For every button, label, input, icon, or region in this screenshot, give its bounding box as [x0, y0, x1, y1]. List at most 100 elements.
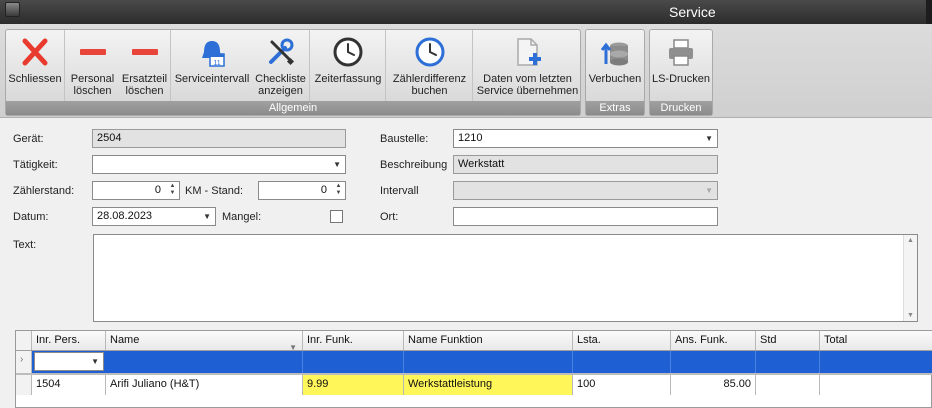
cell-ans-funk[interactable]: 85.00: [671, 375, 756, 395]
column-header-name-funktion[interactable]: Name Funktion: [404, 331, 573, 350]
datum-value: 28.08.2023: [97, 210, 153, 222]
grid-cell[interactable]: [303, 351, 404, 373]
ribbon-group-extras: Verbuchen Extras: [585, 29, 645, 116]
chevron-down-icon[interactable]: ▼: [705, 130, 713, 147]
ls-drucken-label: LS-Drucken: [651, 73, 711, 85]
grid-cell[interactable]: [820, 351, 932, 373]
chevron-down-icon[interactable]: ▼: [91, 353, 99, 370]
zaehlerstand-label: Zählerstand:: [13, 185, 75, 197]
app-icon[interactable]: [5, 2, 20, 17]
chevron-down-icon[interactable]: ▼: [203, 208, 211, 225]
chevron-down-icon[interactable]: ▼: [705, 182, 713, 199]
table-row[interactable]: 1504 Arifi Juliano (H&T) 9.99 Werkstattl…: [16, 373, 932, 395]
column-header-name-label: Name: [110, 334, 140, 346]
checkliste-anzeigen-button[interactable]: Checkliste anzeigen: [252, 30, 310, 102]
cell-name[interactable]: Arifi Juliano (H&T): [106, 375, 303, 395]
clock-icon: [415, 37, 444, 67]
cell-lsta[interactable]: 100: [573, 375, 671, 395]
minus-icon: [131, 49, 158, 55]
zeiterfassung-label: Zeiterfassung: [314, 73, 382, 85]
column-header-inr-pers[interactable]: Inr. Pers.: [32, 331, 106, 350]
zaehlerdifferenz-buchen-button[interactable]: Zählerdifferenz buchen: [387, 30, 473, 102]
daten-uebernehmen-button[interactable]: Daten vom letzten Service übernehmen: [474, 30, 581, 102]
intervall-label: Intervall: [380, 185, 419, 197]
row-indicator[interactable]: ›: [16, 351, 32, 373]
window-title: Service: [669, 4, 716, 20]
datum-date-picker[interactable]: 28.08.2023 ▼: [92, 207, 216, 226]
grid-cell[interactable]: [573, 351, 671, 373]
zaehlerstand-value: 0: [154, 184, 161, 196]
text-area[interactable]: ▲ ▼: [93, 234, 918, 322]
service-form: Gerät: 2504 Tätigkeit: ▼ Zählerstand: 0 …: [0, 119, 932, 408]
mangel-label: Mangel:: [222, 211, 262, 223]
spin-arrows-icon[interactable]: ▲ ▼: [168, 183, 177, 198]
baustelle-value: 1210: [458, 132, 483, 144]
cell-inr-funk[interactable]: 9.99: [303, 375, 404, 395]
row-indicator-header: [16, 331, 32, 350]
column-header-lsta[interactable]: Lsta.: [573, 331, 671, 350]
column-header-std[interactable]: Std: [756, 331, 820, 350]
cell-std[interactable]: [756, 375, 820, 395]
group-label-extras: Extras: [586, 101, 644, 115]
group-label-allgemein: Allgemein: [6, 101, 580, 115]
grid-cell[interactable]: [756, 351, 820, 373]
zeiterfassung-button[interactable]: Zeiterfassung: [311, 30, 386, 102]
geraet-label: Gerät:: [13, 133, 44, 145]
inr-pers-select[interactable]: ▼: [34, 352, 104, 371]
baustelle-select[interactable]: 1210 ▼: [453, 129, 718, 148]
database-upload-icon: [600, 42, 628, 66]
zaehlerstand-spin-field[interactable]: 0 ▲ ▼: [92, 181, 180, 200]
intervall-select[interactable]: ▼: [453, 181, 718, 200]
zaehlerdifferenz-label: Zählerdifferenz buchen: [392, 73, 467, 97]
column-header-inr-funk[interactable]: Inr. Funk.: [303, 331, 404, 350]
column-header-name[interactable]: Name ▼: [106, 331, 303, 350]
document-add-icon: [516, 38, 541, 66]
beschreibung-field: Werkstatt: [453, 155, 718, 174]
ribbon-group-allgemein: Schliessen Personal löschen Ersatzteil l…: [5, 29, 581, 116]
geraet-field: 2504: [92, 129, 346, 148]
column-header-total[interactable]: Total: [820, 331, 932, 350]
chevron-down-icon[interactable]: ▼: [333, 156, 341, 173]
beschreibung-label: Beschreibung: [380, 159, 448, 171]
serviceintervall-button[interactable]: 11 Serviceintervall: [172, 30, 252, 102]
printer-icon: [669, 39, 693, 66]
ribbon: Schliessen Personal löschen Ersatzteil l…: [0, 24, 932, 118]
sort-arrow-icon: ▼: [289, 343, 297, 350]
textarea-scrollbar[interactable]: ▲ ▼: [903, 235, 917, 321]
grid-cell[interactable]: [106, 351, 303, 373]
title-bar-edge: [926, 0, 932, 24]
km-stand-label: KM - Stand:: [185, 185, 244, 197]
schliessen-button[interactable]: Schliessen: [6, 30, 65, 102]
close-x-icon: [22, 38, 48, 66]
title-bar: Service: [0, 0, 932, 24]
grid-cell[interactable]: [671, 351, 756, 373]
verbuchen-button[interactable]: Verbuchen: [586, 30, 644, 102]
km-stand-value: 0: [320, 184, 327, 196]
verbuchen-label: Verbuchen: [588, 73, 642, 85]
cell-total[interactable]: [820, 375, 932, 395]
ls-drucken-button[interactable]: LS-Drucken: [650, 30, 712, 102]
minus-icon: [79, 49, 106, 55]
scroll-down-icon[interactable]: ▼: [907, 312, 914, 319]
mangel-checkbox[interactable]: [330, 210, 343, 223]
personal-loeschen-button[interactable]: Personal löschen: [66, 30, 119, 102]
text-label: Text:: [13, 239, 37, 251]
scroll-up-icon[interactable]: ▲: [907, 237, 914, 244]
ersatzteil-loeschen-label: Ersatzteil löschen: [121, 73, 168, 97]
serviceintervall-label: Serviceintervall: [174, 73, 250, 85]
spin-arrows-icon[interactable]: ▲ ▼: [334, 183, 343, 198]
row-indicator[interactable]: [16, 375, 32, 395]
taetigkeit-select[interactable]: ▼: [92, 155, 346, 174]
cell-name-funktion[interactable]: Werkstattleistung: [404, 375, 573, 395]
ersatzteil-loeschen-button[interactable]: Ersatzteil löschen: [119, 30, 171, 102]
grid-cell[interactable]: [404, 351, 573, 373]
baustelle-label: Baustelle:: [380, 133, 429, 145]
km-stand-spin-field[interactable]: 0 ▲ ▼: [258, 181, 346, 200]
grid-new-row[interactable]: › ▼: [16, 351, 932, 373]
personal-loeschen-label: Personal löschen: [70, 73, 115, 97]
cell-inr-pers[interactable]: 1504: [32, 375, 106, 395]
clock-icon: [333, 37, 363, 67]
svg-text:11: 11: [213, 60, 220, 67]
ort-input[interactable]: [453, 207, 718, 226]
column-header-ans-funk[interactable]: Ans. Funk.: [671, 331, 756, 350]
